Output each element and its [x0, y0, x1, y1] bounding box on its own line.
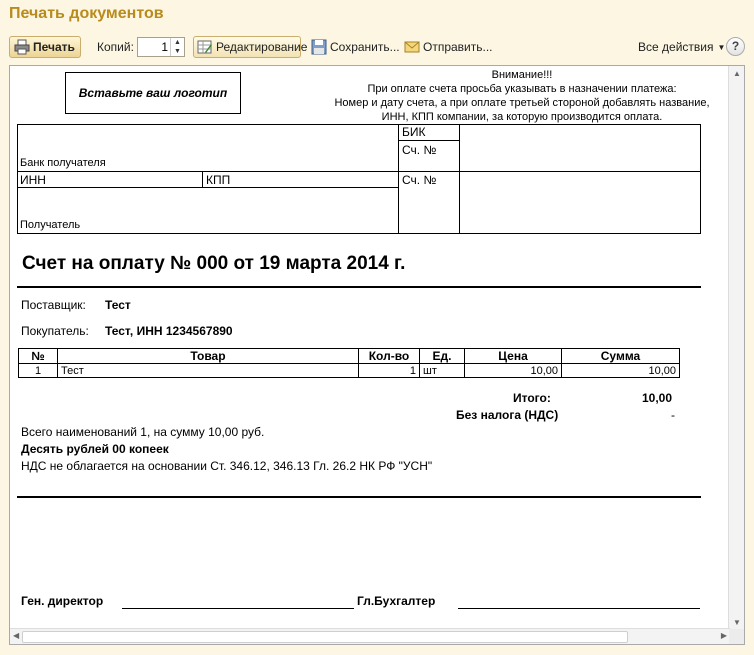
col-sum: Сумма [561, 348, 680, 364]
print-button-label: Печать [33, 40, 75, 54]
inn-label: ИНН [20, 173, 46, 187]
summary-line: Всего наименований 1, на сумму 10,00 руб… [21, 425, 265, 439]
all-actions-menu[interactable]: Все действия ▼ [638, 36, 725, 58]
logo-placeholder: Вставьте ваш логотип [65, 72, 241, 114]
envelope-icon [404, 39, 420, 55]
notice-title: Внимание!!! [491, 69, 553, 81]
row-price: 10,00 [464, 363, 562, 378]
help-button[interactable]: ? [726, 37, 745, 56]
buyer-label: Покупатель: [21, 324, 89, 338]
account-label-2: Сч. № [402, 173, 437, 187]
scroll-right-icon[interactable]: ▶ [721, 631, 727, 640]
accountant-label: Гл.Бухгалтер [357, 594, 436, 608]
invoice-heading: Счет на оплату № 000 от 19 марта 2014 г. [22, 253, 406, 274]
vat-note: НДС не облагается на основании Ст. 346.1… [21, 459, 433, 473]
director-label: Ген. директор [21, 594, 104, 608]
total-value: 10,00 [642, 391, 673, 405]
send-button[interactable]: Отправить... [404, 36, 493, 58]
supplier-value: Тест [105, 298, 131, 312]
col-quantity: Кол-во [358, 348, 420, 364]
bik-label: БИК [402, 125, 426, 139]
kpp-label: КПП [206, 173, 231, 187]
row-quantity: 1 [358, 363, 420, 378]
heading-divider [17, 286, 701, 288]
vat-value: - [671, 408, 675, 422]
horizontal-scroll-thumb[interactable] [22, 631, 628, 643]
supplier-label: Поставщик: [21, 298, 86, 312]
notice-line-1: При оплате счета просьба указывать в наз… [367, 83, 677, 95]
table-row: 1 Тест 1 шт 10,00 10,00 [18, 363, 680, 378]
director-signature-line [122, 608, 354, 609]
vat-label: Без налога (НДС) [456, 408, 559, 422]
buyer-value: Тест, ИНН 1234567890 [105, 324, 233, 338]
edit-toggle-label: Редактирование [216, 40, 308, 54]
send-button-label: Отправить... [423, 40, 493, 54]
notice-line-3: ИНН, КПП компании, за которую производит… [381, 111, 663, 123]
print-button[interactable]: Печать [9, 36, 81, 58]
col-price: Цена [464, 348, 562, 364]
copies-stepper[interactable]: 1 ▲ ▼ [137, 37, 185, 57]
copies-value: 1 [161, 40, 168, 54]
vertical-scrollbar[interactable]: ▲ ▼ [728, 66, 744, 630]
horizontal-scrollbar[interactable]: ◀ ▶ [10, 628, 730, 644]
dropdown-arrow-icon: ▼ [717, 42, 726, 52]
edit-toggle-button[interactable]: Редактирование [193, 36, 307, 58]
row-sum: 10,00 [561, 363, 680, 378]
toolbar: Печать Копий: 1 ▲ ▼ Редактирование Сохран… [0, 34, 754, 60]
account-label-1: Сч. № [402, 143, 437, 157]
col-unit: Ед. [419, 348, 465, 364]
document-preview[interactable]: Вставьте ваш логотип Внимание!!! При опл… [9, 65, 745, 645]
copies-label: Копий: [97, 40, 134, 54]
items-table: № Товар Кол-во Ед. Цена Сумма 1 Тест 1 ш… [18, 348, 680, 378]
scroll-up-icon[interactable]: ▲ [733, 69, 741, 78]
footer-divider [17, 496, 701, 498]
window-title: Печать документов [9, 5, 164, 22]
save-button-label: Сохранить... [330, 40, 400, 54]
printer-icon [14, 39, 30, 55]
notice-line-2: Номер и дату счета, а при оплате третьей… [334, 97, 710, 109]
col-number: № [18, 348, 58, 364]
stepper-arrows-icon[interactable]: ▲ ▼ [170, 38, 184, 56]
row-number: 1 [18, 363, 58, 378]
col-product: Товар [57, 348, 359, 364]
row-product: Тест [57, 363, 359, 378]
items-table-header: № Товар Кол-во Ед. Цена Сумма [18, 348, 680, 364]
bank-details-table: Банк получателя БИК Сч. № ИНН КПП Сч. № … [17, 124, 701, 234]
save-button[interactable]: Сохранить... [311, 36, 400, 58]
accountant-signature-line [458, 608, 700, 609]
scroll-down-icon[interactable]: ▼ [733, 618, 741, 627]
total-label: Итого: [513, 391, 551, 405]
row-unit: шт [419, 363, 465, 378]
payment-notice: Внимание!!! При оплате счета просьба ука… [272, 68, 744, 124]
bank-recipient-label: Банк получателя [20, 157, 106, 169]
floppy-disk-icon [311, 39, 327, 55]
scroll-corner [729, 629, 744, 644]
edit-table-icon [197, 39, 213, 55]
scroll-left-icon[interactable]: ◀ [13, 631, 19, 640]
all-actions-label: Все действия [638, 40, 714, 54]
amount-in-words: Десять рублей 00 копеек [21, 442, 169, 456]
recipient-label: Получатель [20, 219, 81, 231]
